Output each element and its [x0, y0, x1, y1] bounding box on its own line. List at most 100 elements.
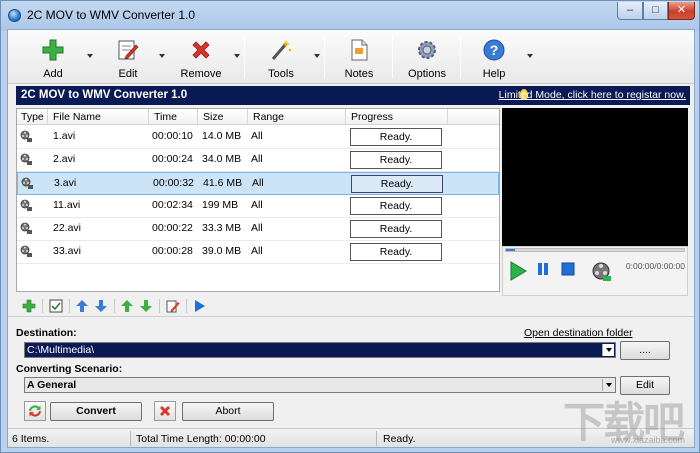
file-name: 3.avi [54, 177, 77, 189]
watermark-url: www.xiazaiba.com [611, 435, 686, 445]
file-range: All [251, 199, 263, 211]
tools-dropdown-arrow[interactable] [314, 54, 320, 58]
table-row[interactable]: 3.avi 00:00:32 41.6 MB All Ready. [17, 172, 499, 195]
svg-text:?: ? [490, 42, 499, 58]
title-bar: 2C MOV to WMV Converter 1.0 – □ ✕ [1, 1, 699, 29]
column-header-time[interactable]: Time [154, 111, 177, 123]
edit-button[interactable]: Edit [103, 34, 153, 82]
app-icon [8, 9, 21, 22]
table-row[interactable]: 1.avi 00:00:10 14.0 MB All Ready. [17, 126, 499, 149]
add-label: Add [43, 68, 63, 80]
progress-box: Ready. [350, 220, 442, 238]
close-icon [160, 406, 170, 416]
stop-icon[interactable] [561, 261, 575, 277]
progress-box: Ready. [350, 197, 442, 215]
destination-combo[interactable]: C:\Multimedia\ [24, 342, 616, 358]
edit-label: Edit [118, 68, 138, 80]
column-divider[interactable] [345, 109, 346, 125]
column-divider[interactable] [447, 109, 448, 125]
maximize-button[interactable]: □ [643, 2, 668, 20]
column-header-type[interactable]: Type [21, 111, 44, 123]
abort-button[interactable]: Abort [182, 402, 274, 421]
notes-button[interactable]: Notes [336, 34, 382, 82]
file-range: All [252, 177, 264, 189]
table-row[interactable]: 22.avi 00:00:22 33.3 MB All Ready. [17, 218, 499, 241]
status-total-time: Total Time Length: 00:00:00 [136, 433, 266, 445]
refresh-icon [29, 405, 41, 417]
edit-icon[interactable] [166, 299, 180, 313]
seek-bar[interactable] [505, 248, 685, 252]
toolbar-separator [114, 299, 115, 313]
video-file-icon [20, 153, 32, 165]
progress-box: Ready. [351, 175, 443, 193]
options-button[interactable]: Options [402, 34, 452, 82]
chevron-down-icon[interactable] [602, 344, 614, 356]
progress-box: Ready. [350, 128, 442, 146]
convert-options-button[interactable] [24, 401, 46, 421]
film-reel-icon[interactable] [591, 261, 613, 283]
destination-label: Destination: [16, 327, 77, 339]
play-icon[interactable] [192, 299, 206, 313]
video-file-icon [20, 222, 32, 234]
move-bottom-icon[interactable] [139, 299, 153, 313]
column-divider[interactable] [247, 109, 248, 125]
file-size: 34.0 MB [202, 153, 242, 165]
column-divider[interactable] [47, 109, 48, 125]
column-divider[interactable] [148, 109, 149, 125]
add-icon[interactable] [22, 299, 36, 313]
help-button[interactable]: ? Help [470, 34, 518, 82]
toolbar-separator [392, 36, 393, 78]
move-down-icon[interactable] [94, 299, 108, 313]
column-header-size[interactable]: Size [203, 111, 223, 123]
column-header-progress[interactable]: Progress [351, 111, 393, 123]
file-size: 14.0 MB [202, 130, 242, 142]
pause-icon[interactable] [536, 261, 550, 277]
tools-button[interactable]: Tools [257, 34, 305, 82]
help-dropdown-arrow[interactable] [527, 54, 533, 58]
browse-button[interactable]: .... [620, 341, 670, 360]
notes-label: Notes [344, 68, 374, 80]
progress-box: Ready. [350, 151, 442, 169]
video-file-icon [21, 177, 33, 189]
add-icon [42, 39, 64, 61]
status-state: Ready. [383, 433, 416, 445]
table-row[interactable]: 2.avi 00:00:24 34.0 MB All Ready. [17, 149, 499, 172]
file-range: All [251, 222, 263, 234]
file-name: 22.avi [53, 222, 82, 234]
file-size: 199 MB [202, 199, 239, 211]
file-size: 41.6 MB [203, 177, 243, 189]
toolbar-separator [159, 299, 160, 313]
abort-icon-button[interactable] [154, 401, 176, 421]
add-dropdown-arrow[interactable] [87, 54, 93, 58]
register-link[interactable]: Limited Mode, click here to registar now… [499, 89, 686, 101]
table-row[interactable]: 33.avi 00:00:28 39.0 MB All Ready. [17, 241, 499, 264]
move-up-icon[interactable] [75, 299, 89, 313]
minimize-button[interactable]: – [617, 2, 643, 20]
edit-dropdown-arrow[interactable] [159, 54, 165, 58]
file-name: 1.avi [53, 130, 76, 142]
table-row[interactable]: 11.avi 00:02:34 199 MB All Ready. [17, 195, 499, 218]
watermark: 下载吧 www.xiazaiba.com [557, 385, 691, 447]
options-label: Options [408, 68, 446, 80]
check-all-icon[interactable] [49, 299, 63, 313]
column-header-range[interactable]: Range [253, 111, 284, 123]
remove-button[interactable]: Remove [173, 34, 229, 82]
move-top-icon[interactable] [120, 299, 134, 313]
status-separator [130, 431, 131, 446]
column-divider[interactable] [197, 109, 198, 125]
play-icon[interactable] [509, 261, 527, 281]
remove-dropdown-arrow[interactable] [234, 54, 240, 58]
file-time: 00:02:34 [152, 199, 193, 211]
remove-label: Remove [180, 68, 222, 80]
column-header-file-name[interactable]: File Name [53, 111, 101, 123]
help-icon: ? [483, 39, 505, 61]
convert-button[interactable]: Convert [50, 402, 142, 421]
scenario-combo[interactable]: A General [24, 377, 616, 393]
file-list[interactable]: Type File Name Time Size Range Progress … [16, 108, 500, 292]
close-button[interactable]: ✕ [668, 2, 695, 20]
add-button[interactable]: Add [28, 34, 78, 82]
file-name: 11.avi [53, 199, 81, 211]
video-file-icon [20, 199, 32, 211]
main-toolbar: Add Edit Remove Tools Notes Options ? He… [8, 30, 694, 84]
open-destination-folder-link[interactable]: Open destination folder [524, 327, 633, 339]
